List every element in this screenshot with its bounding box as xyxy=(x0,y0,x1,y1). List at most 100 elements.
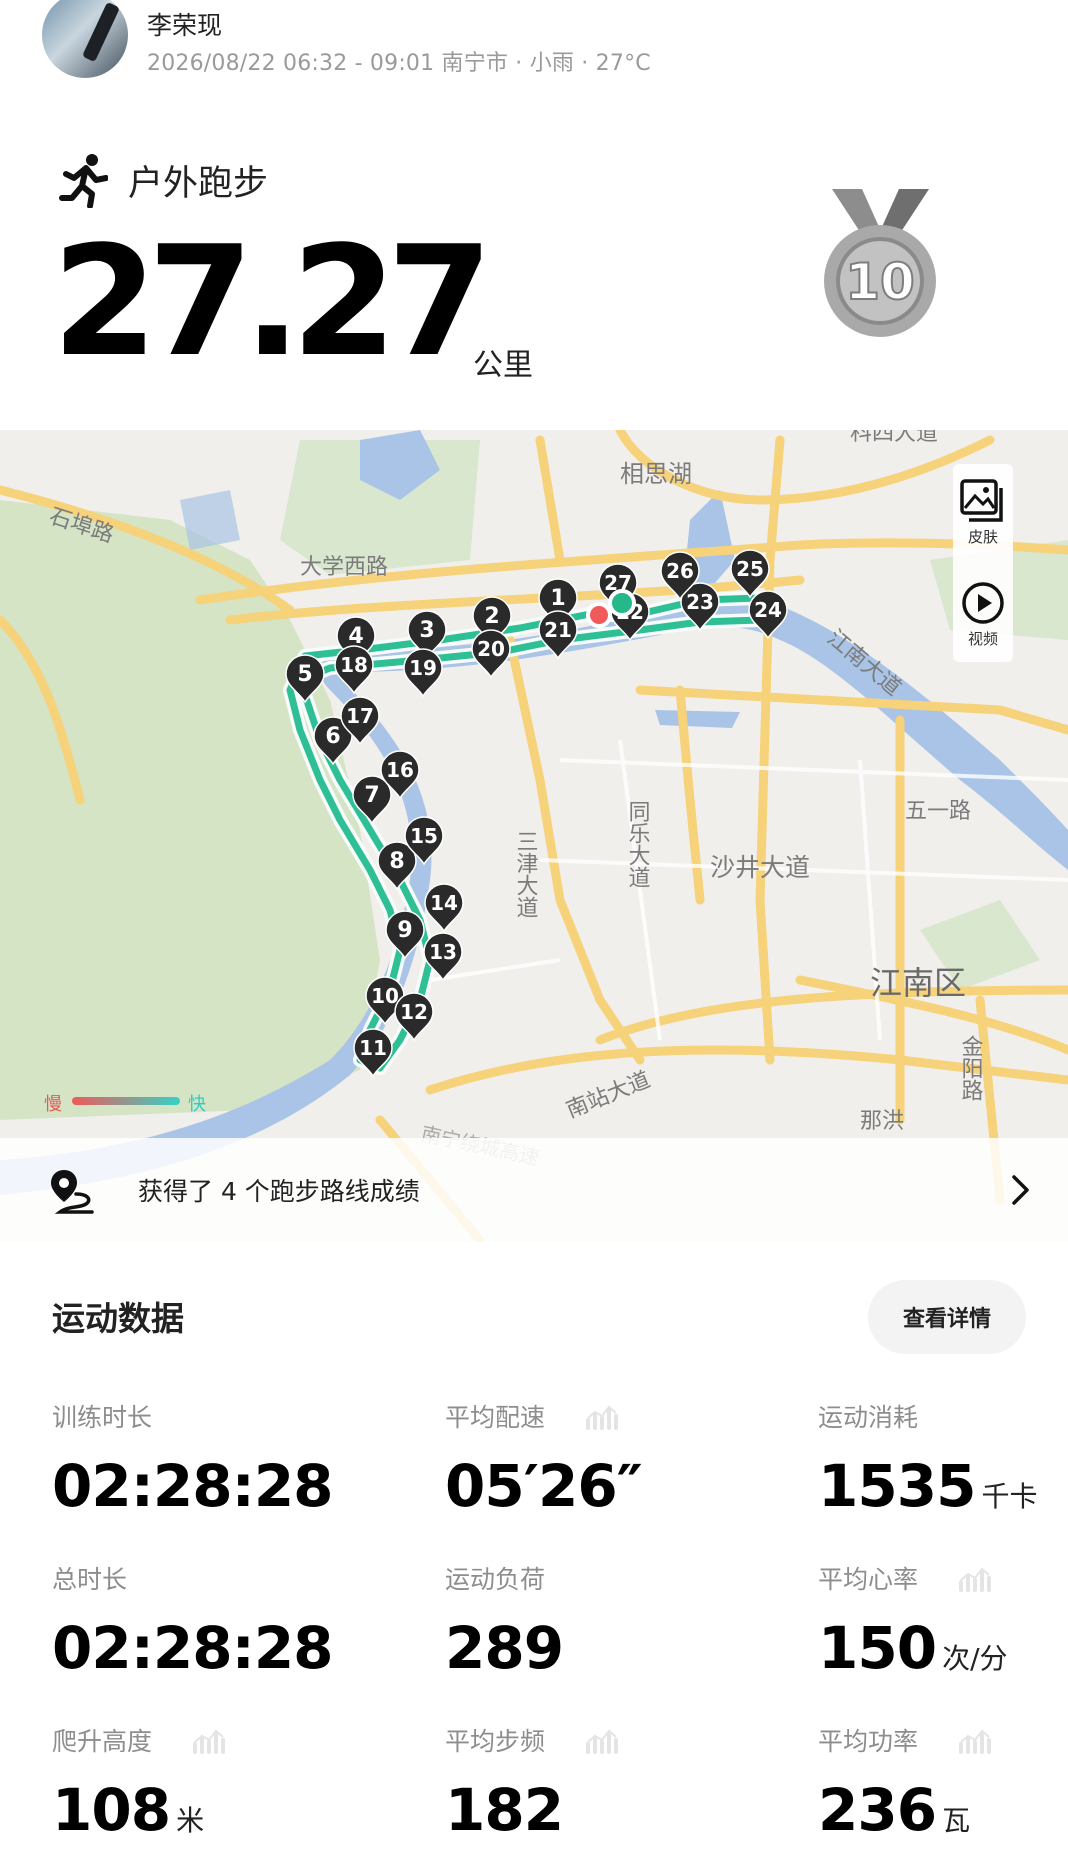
skin-label: 皮肤 xyxy=(967,528,998,546)
activity-type-label: 户外跑步 xyxy=(128,163,269,204)
distance-value: 27.27 xyxy=(52,213,493,390)
stat-label-text: 平均配速 xyxy=(445,1403,546,1432)
stat-item: 平均配速 05′26″ xyxy=(445,1398,775,1520)
stat-label: 运动负荷 xyxy=(445,1560,775,1596)
map-label: 同乐大道 xyxy=(625,800,651,888)
stat-label-text: 平均步频 xyxy=(445,1727,546,1756)
stat-item: 运动负荷 289 xyxy=(445,1560,775,1682)
stat-value: 289 xyxy=(445,1614,775,1682)
stat-label: 总时长 xyxy=(52,1560,382,1596)
stat-item: 平均心率 150 次/分 xyxy=(818,1560,1068,1693)
marker-label: 17 xyxy=(346,704,374,728)
trend-chart-icon[interactable] xyxy=(958,1726,992,1754)
stat-value: 02:28:28 xyxy=(52,1452,382,1520)
video-button[interactable]: 视频 xyxy=(953,580,1013,649)
marker-label: 13 xyxy=(429,940,457,964)
activity-header: 李荣现 2026/08/22 06:32 - 09:01 南宁市 · 小雨 · … xyxy=(0,0,1068,100)
marker-label: 4 xyxy=(348,624,363,649)
stat-item: 运动消耗 1535 千卡 xyxy=(818,1398,1068,1531)
stat-value: 02:28:28 xyxy=(52,1614,382,1682)
map-label: 五一路 xyxy=(905,799,971,824)
marker-label: 8 xyxy=(389,849,404,874)
stat-value: 236 瓦 xyxy=(818,1776,1068,1850)
marker-label: 1 xyxy=(550,586,565,611)
stat-value: 1535 千卡 xyxy=(818,1452,1068,1531)
marker-label: 18 xyxy=(340,653,368,677)
running-icon xyxy=(59,154,108,208)
avatar[interactable] xyxy=(42,0,128,78)
achievement-text: 获得了 4 个跑步路线成绩 xyxy=(138,1177,420,1206)
stat-label: 平均配速 xyxy=(445,1398,775,1434)
stat-unit: 米 xyxy=(176,1804,205,1837)
marker-label: 19 xyxy=(409,656,437,680)
stat-number: 150 xyxy=(818,1614,937,1682)
marker-label: 26 xyxy=(666,559,694,583)
marker-label: 25 xyxy=(736,557,764,581)
view-details-button[interactable]: 查看详情 xyxy=(868,1280,1026,1354)
trend-chart-icon[interactable] xyxy=(585,1726,619,1754)
chevron-right-icon xyxy=(1012,1175,1029,1205)
start-point xyxy=(586,602,612,628)
legend-slow-label: 慢 xyxy=(44,1094,62,1115)
trend-chart-icon[interactable] xyxy=(958,1564,992,1592)
trend-chart-icon[interactable] xyxy=(192,1726,226,1754)
stat-item: 爬升高度 108 米 xyxy=(52,1722,382,1850)
lake xyxy=(655,710,740,728)
activity-type: 户外跑步 xyxy=(58,152,268,208)
stat-label: 运动消耗 xyxy=(818,1398,1068,1434)
medal-number: 10 xyxy=(845,253,915,311)
stat-label-text: 运动消耗 xyxy=(818,1403,919,1432)
stat-value: 108 米 xyxy=(52,1776,382,1850)
stat-item: 平均步频 182 xyxy=(445,1722,775,1844)
stat-label-text: 爬升高度 xyxy=(52,1727,153,1756)
stat-unit: 次/分 xyxy=(942,1642,1008,1675)
stat-label-text: 运动负荷 xyxy=(445,1565,546,1594)
map-label: 沙井大道 xyxy=(710,853,810,882)
image-icon xyxy=(960,479,1003,522)
lake xyxy=(180,490,240,550)
marker-label: 10 xyxy=(371,984,399,1008)
trend-chart-icon[interactable] xyxy=(585,1402,619,1430)
medal-icon[interactable]: 10 xyxy=(818,185,943,340)
stat-label: 平均心率 xyxy=(818,1560,1068,1596)
activity-meta: 2026/08/22 06:32 - 09:01 南宁市 · 小雨 · 27°C xyxy=(147,51,651,76)
stat-value: 05′26″ xyxy=(445,1452,775,1520)
marker-label: 20 xyxy=(477,637,505,661)
map-label: 三津大道 xyxy=(513,830,539,918)
stat-label: 爬升高度 xyxy=(52,1722,382,1758)
play-icon xyxy=(962,582,1004,624)
distance-unit: 公里 xyxy=(473,348,533,383)
stat-label: 平均功率 xyxy=(818,1722,1068,1758)
stat-number: 108 xyxy=(52,1776,171,1844)
marker-label: 2 xyxy=(484,604,499,629)
marker-label: 14 xyxy=(430,891,458,915)
stat-item: 训练时长 02:28:28 xyxy=(52,1398,382,1520)
marker-label: 3 xyxy=(419,618,434,643)
stat-value: 150 次/分 xyxy=(818,1614,1068,1693)
route-pin-icon xyxy=(51,1170,94,1214)
stat-number: 1535 xyxy=(818,1452,976,1520)
stats-title: 运动数据 xyxy=(52,1299,184,1338)
marker-label: 11 xyxy=(359,1036,387,1060)
finish-point xyxy=(608,589,636,617)
map-label: 大学西路 xyxy=(300,555,388,580)
marker-label: 12 xyxy=(400,1000,428,1024)
stat-number: 02:28:28 xyxy=(52,1614,334,1682)
map-label: 相思湖 xyxy=(620,460,692,488)
stat-unit: 瓦 xyxy=(942,1804,971,1837)
marker-label: 5 xyxy=(297,662,312,687)
map-controls: 皮肤 视频 xyxy=(953,464,1013,662)
map-label: 那洪 xyxy=(860,1109,904,1134)
stat-number: 236 xyxy=(818,1776,937,1844)
marker-label: 9 xyxy=(397,918,412,943)
route-map[interactable]: 科四大道 相思湖 石埠路 大学西路 江南大道 五一路 沙井大道 江南区 南站大道… xyxy=(0,430,1068,1242)
stat-label: 平均步频 xyxy=(445,1722,775,1758)
map-canvas[interactable]: 科四大道 相思湖 石埠路 大学西路 江南大道 五一路 沙井大道 江南区 南站大道… xyxy=(0,430,1068,1242)
stat-label-text: 训练时长 xyxy=(52,1403,153,1432)
stat-label-text: 平均心率 xyxy=(818,1565,919,1594)
skin-button[interactable]: 皮肤 xyxy=(953,478,1013,547)
marker-label: 16 xyxy=(386,758,414,782)
stat-number: 02:28:28 xyxy=(52,1452,334,1520)
user-name[interactable]: 李荣现 xyxy=(147,6,222,42)
route-achievements[interactable]: 获得了 4 个跑步路线成绩 xyxy=(0,1138,1068,1242)
